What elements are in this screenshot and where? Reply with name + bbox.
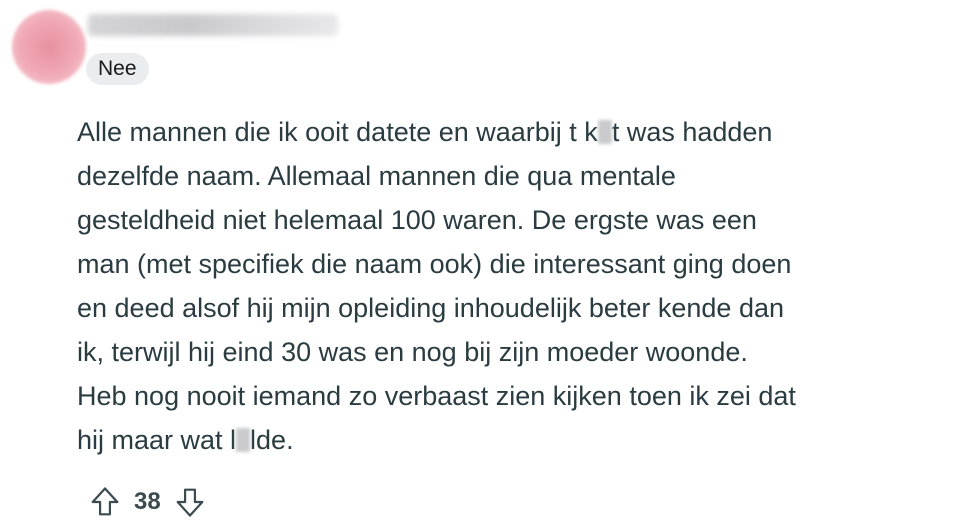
comment-line: gesteldheid niet helemaal 100 waren. De … xyxy=(77,205,757,235)
comment-line: hij maar wat l lde. xyxy=(77,425,294,455)
downvote-button[interactable] xyxy=(173,485,207,519)
vote-score: 38 xyxy=(134,488,161,515)
comment-line: dezelfde naam. Allemaal mannen die qua m… xyxy=(77,161,676,191)
comment-line: Heb nog nooit iemand zo verbaast zien ki… xyxy=(77,381,796,411)
comment-line: Alle mannen die ik ooit datete en waarbi… xyxy=(77,117,773,147)
arrow-down-outline-icon xyxy=(176,488,204,517)
comment-line: ik, terwijl hij eind 30 was en nog bij z… xyxy=(77,337,748,367)
user-flair: Nee xyxy=(86,53,149,85)
comment-body: Alle mannen die ik ooit datete en waarbi… xyxy=(77,110,947,462)
comment-avatar[interactable] xyxy=(12,10,86,84)
comment-author-name[interactable] xyxy=(88,14,338,36)
upvote-button[interactable] xyxy=(88,485,122,519)
comment-line: man (met specifiek die naam ook) die int… xyxy=(77,249,792,279)
comment-line: en deed alsof hij mijn opleiding inhoude… xyxy=(77,293,784,323)
censored-word-mask xyxy=(236,428,251,452)
arrow-up-outline-icon xyxy=(91,487,119,516)
comment-actions: 38 xyxy=(88,484,207,520)
censored-word-mask xyxy=(597,120,612,144)
